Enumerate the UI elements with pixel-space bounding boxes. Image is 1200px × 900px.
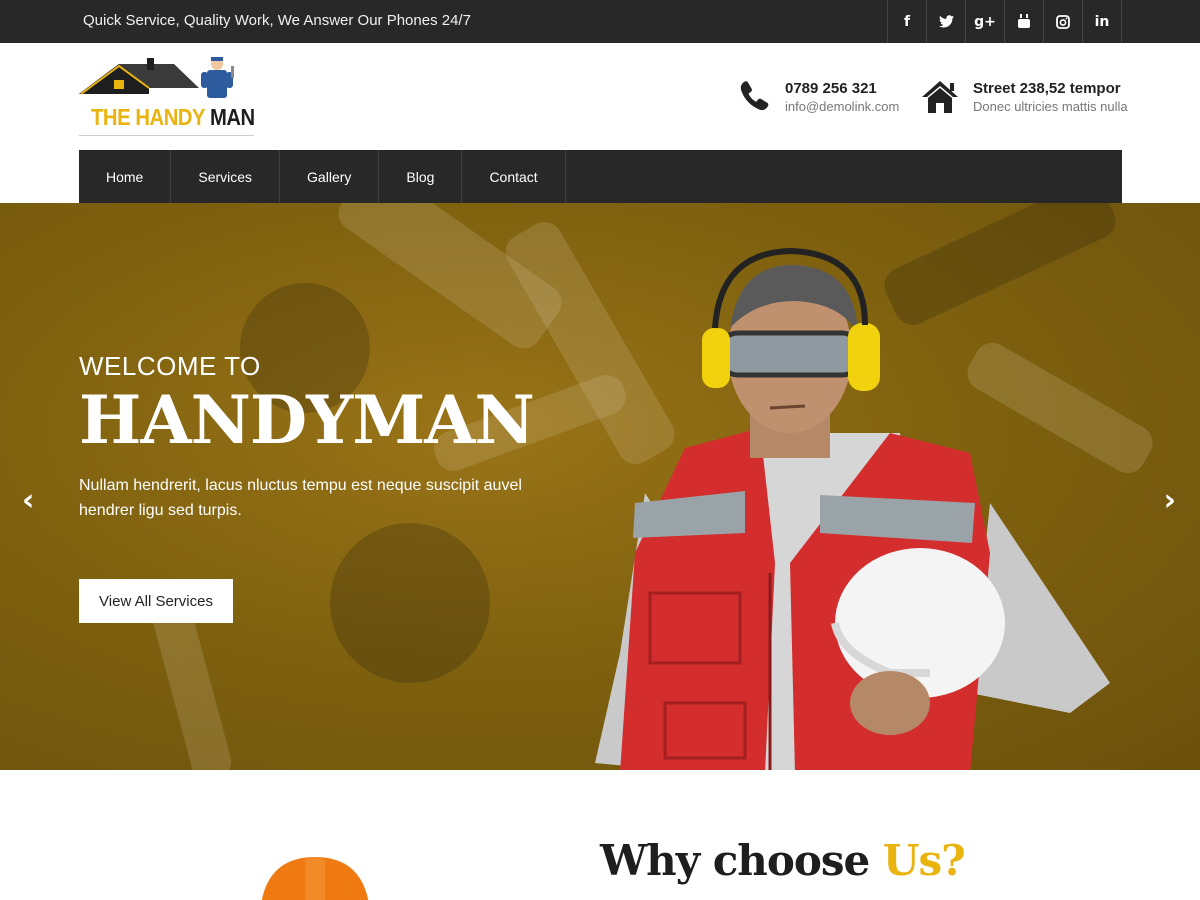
slider-next-arrow[interactable]: ›: [1164, 483, 1176, 518]
hero-title: HANDYMAN: [79, 381, 535, 459]
nav-home[interactable]: Home: [79, 150, 172, 203]
nav-contact[interactable]: Contact: [462, 150, 566, 203]
address-subtext: Donec ultricies mattis nulla: [973, 99, 1128, 114]
bg-tool-shape: [330, 523, 490, 683]
top-bar: Quick Service, Quality Work, We Answer O…: [0, 0, 1200, 43]
tagline: Quick Service, Quality Work, We Answer O…: [83, 12, 471, 29]
slider-prev-arrow[interactable]: ‹: [22, 483, 34, 518]
site-header: THE HANDY MAN 0789 256 321 info@demolink…: [0, 43, 1200, 150]
logo-underline: [79, 135, 254, 136]
facebook-icon[interactable]: f: [888, 0, 927, 43]
twitter-icon[interactable]: [927, 0, 966, 43]
google-plus-icon[interactable]: g+: [966, 0, 1005, 43]
phone-contact: 0789 256 321 info@demolink.com: [737, 80, 899, 115]
hero-description: Nullam hendrerit, lacus nluctus tempu es…: [79, 477, 522, 519]
hero-slider: WELCOME TO HANDYMAN Nullam hendrerit, la…: [0, 203, 1200, 770]
worker-photo: [595, 247, 1110, 770]
hero-welcome: WELCOME TO: [79, 351, 261, 381]
social-links: f g+ in: [887, 0, 1122, 43]
instagram-icon[interactable]: [1044, 0, 1083, 43]
main-nav: Home Services Gallery Blog Contact: [79, 150, 1122, 203]
nav-services[interactable]: Services: [171, 150, 281, 203]
phone-icon: [740, 81, 769, 111]
house-roof-logo-icon: [79, 57, 234, 98]
nav-gallery[interactable]: Gallery: [280, 150, 380, 203]
nav-blog[interactable]: Blog: [379, 150, 463, 203]
orange-hard-hat-image: [261, 857, 369, 900]
home-icon: [922, 81, 958, 113]
linkedin-icon[interactable]: in: [1083, 0, 1122, 43]
email-address[interactable]: info@demolink.com: [785, 98, 899, 115]
logo-text: THE HANDY MAN: [91, 104, 255, 130]
street-address: Street 238,52 tempor: [973, 80, 1121, 97]
youtube-icon[interactable]: [1005, 0, 1044, 43]
phone-number[interactable]: 0789 256 321: [785, 80, 899, 98]
site-logo[interactable]: THE HANDY MAN: [79, 56, 255, 138]
why-choose-us-heading: Why choose Us?: [600, 836, 966, 885]
view-all-services-button[interactable]: View All Services: [79, 579, 233, 623]
address-contact: Street 238,52 tempor Donec ultricies mat…: [921, 80, 1128, 115]
